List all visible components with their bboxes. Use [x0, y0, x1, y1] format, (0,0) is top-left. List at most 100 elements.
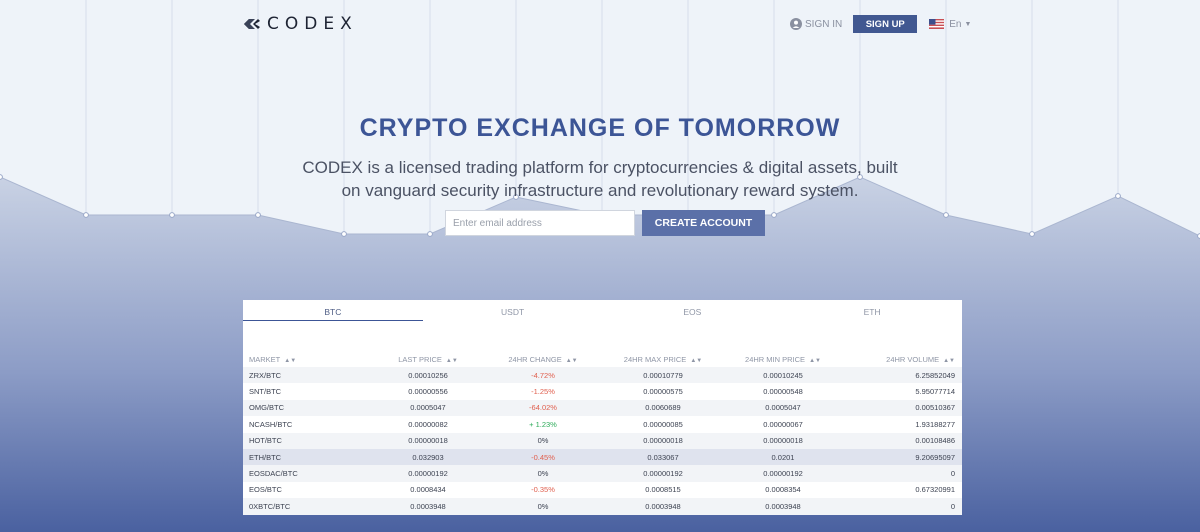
market-cell: 0XBTC/BTC: [249, 501, 291, 511]
market-cell: HOT/BTC: [249, 436, 282, 446]
min-price-cell: 0.0008354: [765, 485, 801, 495]
market-cell: ZRX/BTC: [249, 370, 282, 380]
hero-subtitle: CODEX is a licensed trading platform for…: [302, 158, 898, 200]
last-price-cell: 0.0003948: [410, 501, 446, 511]
max-price-cell: 0.00010779: [643, 370, 683, 380]
last-price-cell: 0.00000556: [408, 387, 448, 397]
table-row[interactable]: SNT/BTC 0.00000556 -1.25% 0.00000575 0.00000…: [243, 383, 962, 399]
min-price-cell: 0.0005047: [765, 403, 801, 413]
tab-usdt[interactable]: USDT: [423, 300, 603, 321]
last-price-cell: 0.0008434: [410, 485, 446, 495]
last-price-cell: 0.00000192: [408, 469, 448, 479]
email-input[interactable]: [445, 210, 635, 236]
min-price-cell: 0.00000067: [763, 419, 803, 429]
table-row[interactable]: ZRX/BTC 0.00010256 -4.72% 0.00010779 0.00010…: [243, 367, 962, 384]
change-cell: 0%: [537, 436, 549, 446]
table-row[interactable]: EOSDAC/BTC 0.00000192 0% 0.00000192 0.000001…: [243, 465, 962, 482]
volume-cell: 5.95077714: [915, 387, 955, 397]
volume-cell: 6.25852049: [915, 370, 955, 380]
volume-cell: 0.00108486: [915, 436, 955, 446]
max-price-cell: 0.0003948: [645, 501, 681, 511]
last-price-cell: 0.0005047: [410, 403, 446, 413]
logo-text: CODEX: [267, 14, 358, 34]
table-row[interactable]: 0XBTC/BTC 0.0003948 0% 0.0003948 0.0003948 0: [243, 498, 962, 515]
market-panel: BTC USDT EOS ETH MARKET ▲▼ LAST PRICE ▲▼ 2…: [243, 300, 962, 515]
table-header-row: MARKET ▲▼ LAST PRICE ▲▼ 24HR CHANGE ▲▼ 24HR…: [243, 352, 962, 367]
market-tabs: BTC USDT EOS ETH: [243, 300, 962, 321]
change-cell: -0.45%: [531, 452, 555, 462]
chevron-down-icon: ▼: [964, 20, 972, 28]
volume-cell: 0.00510367: [915, 403, 955, 413]
sort-icon: ▲▼: [809, 358, 821, 364]
volume-cell: 9.20695097: [915, 452, 955, 462]
last-price-cell: 0.00000018: [408, 436, 448, 446]
last-price-cell: 0.00010256: [408, 370, 448, 380]
language-label: En: [949, 18, 962, 30]
column-last-price[interactable]: LAST PRICE ▲▼: [373, 352, 483, 367]
market-cell: EOSDAC/BTC: [249, 469, 298, 479]
column-24hr-volume[interactable]: 24HR VOLUME ▲▼: [843, 352, 962, 367]
sort-icon: ▲▼: [445, 358, 458, 364]
create-account-button[interactable]: CREATE ACCOUNT: [642, 210, 765, 236]
max-price-cell: 0.033067: [647, 452, 679, 462]
market-cell: ETH/BTC: [249, 452, 282, 462]
sort-icon: ▲▼: [943, 358, 955, 364]
change-cell: -64.02%: [529, 403, 557, 413]
min-price-cell: 0.00000548: [763, 387, 803, 397]
min-price-cell: 0.0003948: [765, 501, 801, 511]
market-cell: OMG/BTC: [249, 403, 284, 413]
max-price-cell: 0.0060689: [645, 403, 681, 413]
market-rows: ZRX/BTC 0.00010256 -4.72% 0.00010779 0.00010…: [243, 367, 962, 515]
change-cell: -1.25%: [531, 387, 555, 397]
volume-cell: 0.67320991: [915, 485, 955, 495]
language-selector[interactable]: En ▼: [929, 19, 971, 30]
tab-btc[interactable]: BTC: [243, 300, 423, 321]
table-row[interactable]: HOT/BTC 0.00000018 0% 0.00000018 0.00000018 0…: [243, 432, 962, 449]
logo[interactable]: CODEX: [243, 14, 358, 34]
max-price-cell: 0.0008515: [645, 485, 681, 495]
codex-logo-icon: [244, 19, 260, 29]
max-price-cell: 0.00000575: [643, 387, 683, 397]
sign-in-link[interactable]: SIGN IN: [790, 18, 842, 30]
market-cell: SNT/BTC: [249, 387, 282, 397]
column-24hr-change[interactable]: 24HR CHANGE ▲▼: [483, 352, 603, 367]
us-flag-icon: [929, 19, 945, 29]
table-row[interactable]: EOS/BTC 0.0008434 -0.35% 0.0008515 0.0008354…: [243, 482, 962, 498]
change-cell: -0.35%: [531, 485, 555, 495]
sort-icon: ▲▼: [690, 358, 703, 364]
change-cell: -4.72%: [531, 370, 555, 380]
table-row[interactable]: NCASH/BTC 0.00000082 + 1.23% 0.00000085 0.00…: [243, 416, 962, 432]
min-price-cell: 0.00000018: [763, 436, 803, 446]
max-price-cell: 0.00000018: [643, 436, 683, 446]
last-price-cell: 0.00000082: [408, 419, 448, 429]
sign-up-button[interactable]: SIGN UP: [853, 15, 918, 33]
tab-eos[interactable]: EOS: [603, 300, 783, 321]
volume-cell: 0: [950, 469, 955, 479]
min-price-cell: 0.0201: [771, 452, 795, 462]
sort-icon: ▲▼: [565, 358, 578, 364]
max-price-cell: 0.00000192: [643, 469, 683, 479]
top-nav: SIGN IN SIGN UP En ▼: [790, 15, 971, 33]
column-24hr-max[interactable]: 24HR MAX PRICE ▲▼: [603, 352, 723, 367]
table-row[interactable]: ETH/BTC 0.032903 -0.45% 0.033067 0.0201 9.206…: [243, 448, 962, 466]
column-24hr-min[interactable]: 24HR MIN PRICE ▲▼: [723, 352, 843, 367]
sort-icon: ▲▼: [284, 358, 297, 364]
min-price-cell: 0.00000192: [763, 469, 803, 479]
change-cell: 0%: [537, 501, 549, 511]
last-price-cell: 0.032903: [412, 452, 444, 462]
volume-cell: 1.93188277: [915, 419, 955, 429]
sign-in-label: SIGN IN: [805, 18, 843, 30]
volume-cell: 0: [950, 501, 955, 511]
hero-title: CRYPTO EXCHANGE OF TOMORROW: [359, 114, 841, 142]
change-cell: + 1.23%: [529, 419, 557, 429]
user-icon: [790, 18, 802, 30]
change-cell: 0%: [537, 469, 549, 479]
market-cell: EOS/BTC: [249, 485, 282, 495]
min-price-cell: 0.00010245: [763, 370, 803, 380]
tab-eth[interactable]: ETH: [782, 300, 962, 321]
max-price-cell: 0.00000085: [643, 419, 683, 429]
table-row[interactable]: OMG/BTC 0.0005047 -64.02% 0.0060689 0.000504…: [243, 399, 962, 417]
market-cell: NCASH/BTC: [249, 419, 293, 429]
column-market[interactable]: MARKET ▲▼: [243, 352, 373, 367]
market-table: MARKET ▲▼ LAST PRICE ▲▼ 24HR CHANGE ▲▼ 24HR…: [243, 352, 962, 515]
